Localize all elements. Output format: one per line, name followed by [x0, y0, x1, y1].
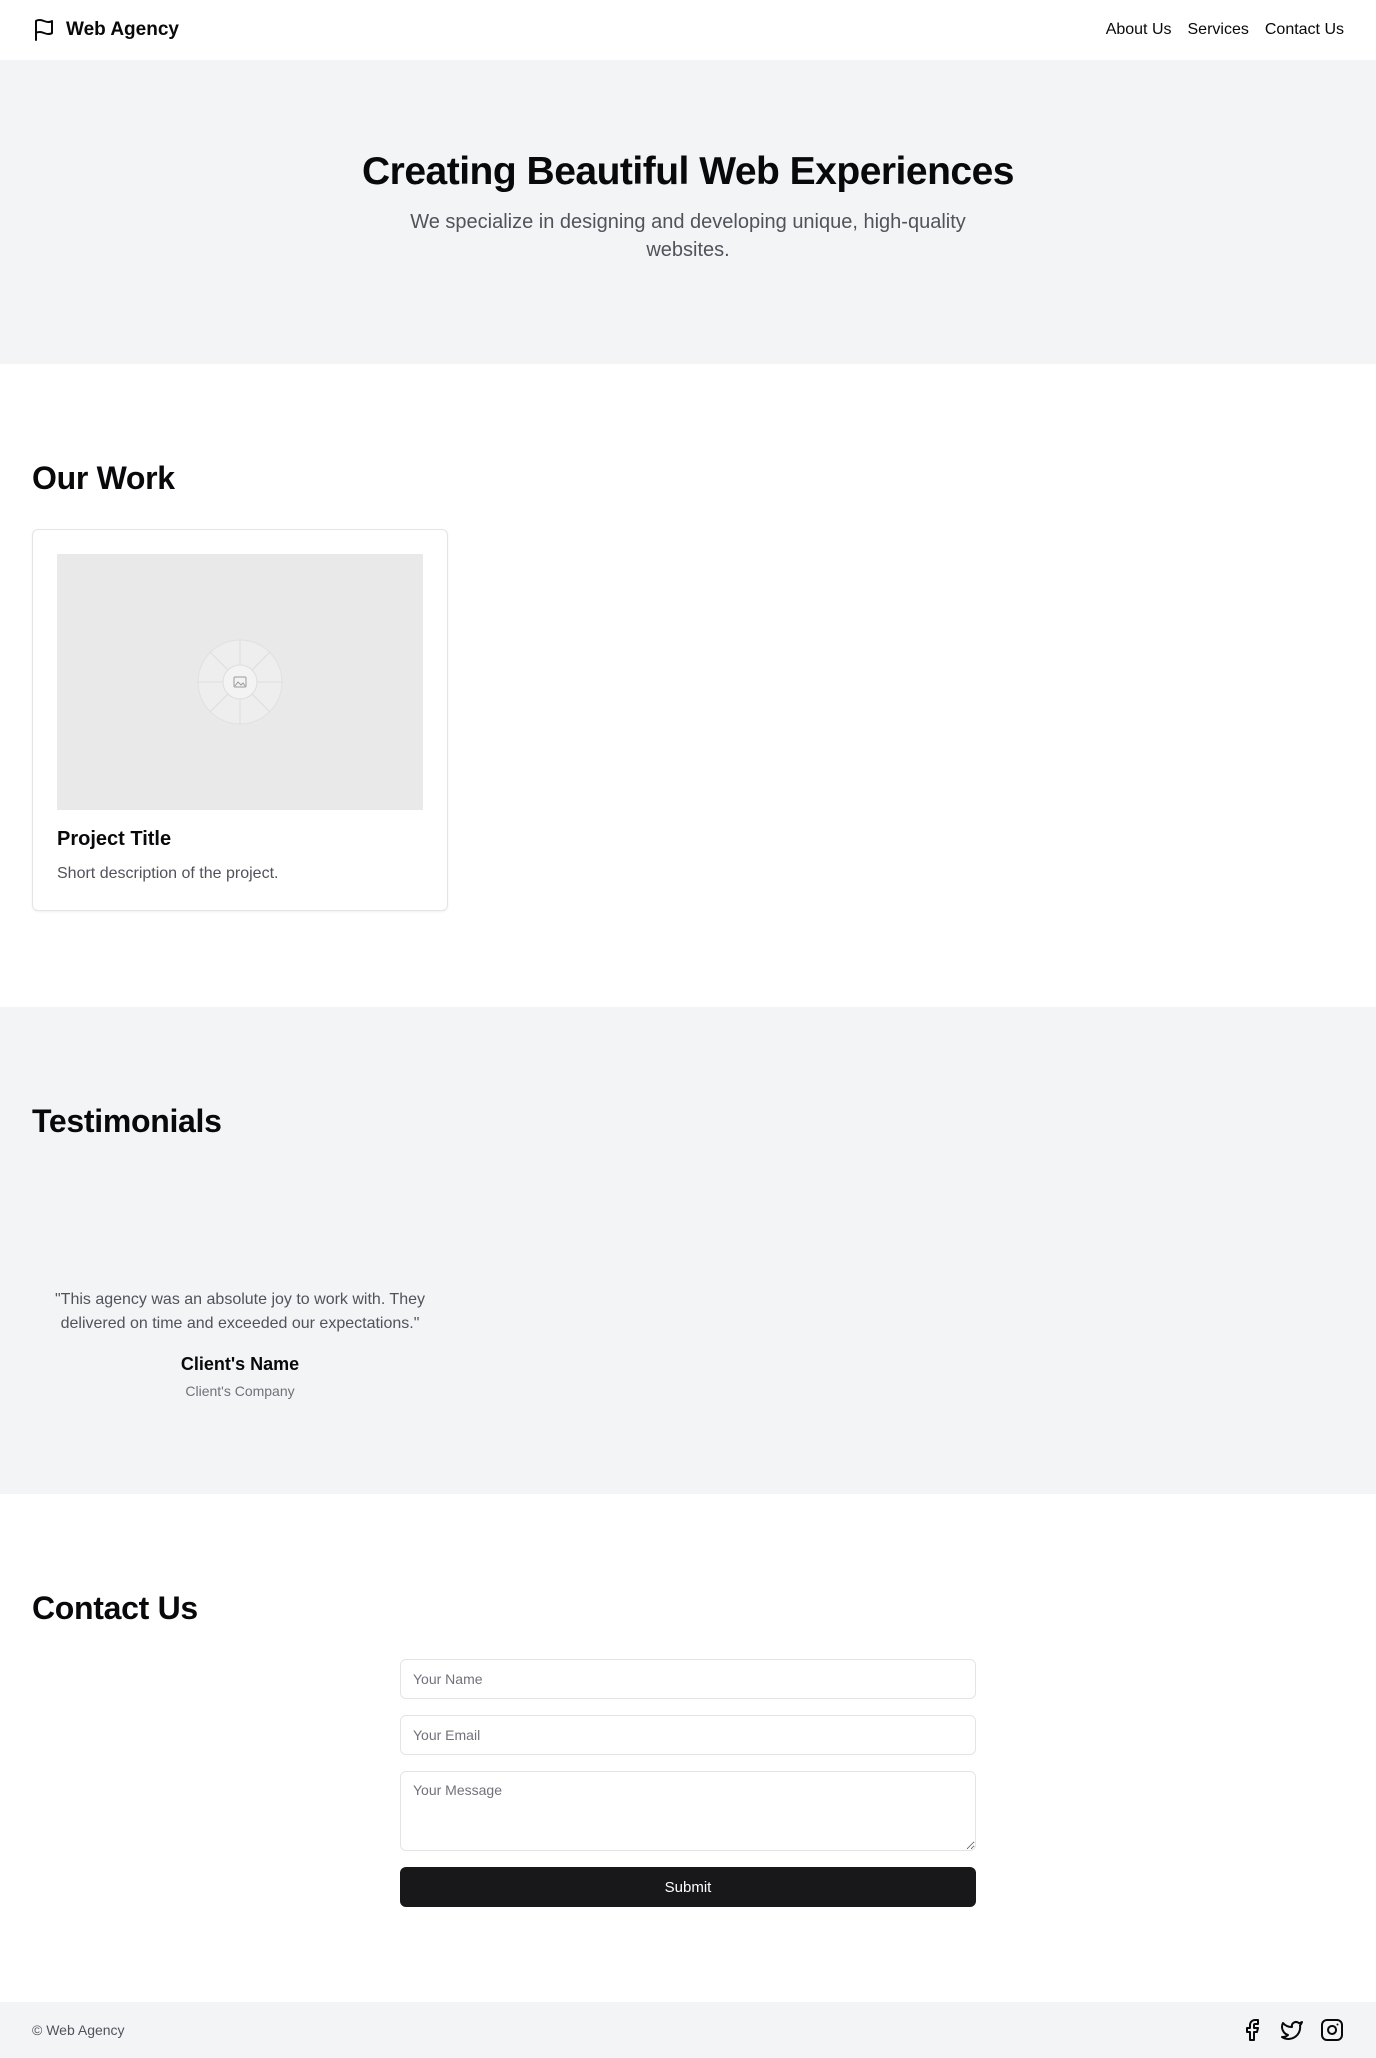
submit-button[interactable]: Submit [400, 1867, 976, 1907]
brand-link[interactable]: Web Agency [32, 18, 179, 42]
nav-about-us[interactable]: About Us [1106, 21, 1172, 39]
instagram-link[interactable] [1320, 2018, 1344, 2042]
facebook-icon [1246, 2019, 1259, 2041]
site-header: Web Agency About Us Services Contact Us [0, 0, 1376, 60]
twitter-link[interactable] [1280, 2018, 1304, 2042]
facebook-link[interactable] [1240, 2018, 1264, 2042]
instagram-icon [1321, 2019, 1343, 2041]
project-image [57, 554, 423, 810]
testimonial-card: "This agency was an absolute joy to work… [32, 1288, 448, 1399]
contact-section: Contact Us Submit [0, 1494, 1376, 2002]
site-footer: © Web Agency [0, 2002, 1376, 2058]
page: Web Agency About Us Services Contact Us … [0, 0, 1376, 2058]
work-title: Our Work [32, 460, 175, 496]
project-title: Project Title [57, 828, 172, 850]
testimonials-title: Testimonials [32, 1103, 222, 1139]
nav-services[interactable]: Services [1188, 21, 1249, 39]
image-placeholder-icon [197, 639, 283, 725]
testimonials-section: Testimonials "This agency was an absolut… [0, 1007, 1376, 1494]
social-links [1240, 2018, 1344, 2042]
testimonial-quote: "This agency was an absolute joy to work… [54, 1291, 425, 1332]
twitter-icon [1281, 2021, 1303, 2040]
nav-contact-us[interactable]: Contact Us [1265, 21, 1344, 39]
name-input[interactable] [400, 1659, 976, 1699]
client-name: Client's Name [180, 1354, 300, 1374]
hero-section: Creating Beautiful Web Experiences We sp… [0, 60, 1376, 364]
email-input[interactable] [400, 1715, 976, 1755]
brand-name: Web Agency [66, 19, 179, 40]
project-card: Project Title Short description of the p… [32, 529, 448, 911]
client-company: Client's Company [185, 1383, 295, 1399]
contact-form: Submit [400, 1659, 976, 1907]
message-textarea[interactable] [400, 1771, 976, 1851]
copyright-text: © Web Agency [32, 2022, 125, 2038]
work-section: Our Work Project Title Short description… [0, 364, 1376, 1007]
project-description: Short description of the project. [57, 865, 279, 882]
hero-title: Creating Beautiful Web Experiences [362, 150, 1014, 193]
main-nav: About Us Services Contact Us [1106, 21, 1344, 39]
contact-title: Contact Us [32, 1590, 198, 1626]
flag-icon [35, 19, 53, 41]
hero-subtitle: We specialize in designing and developin… [410, 211, 966, 261]
